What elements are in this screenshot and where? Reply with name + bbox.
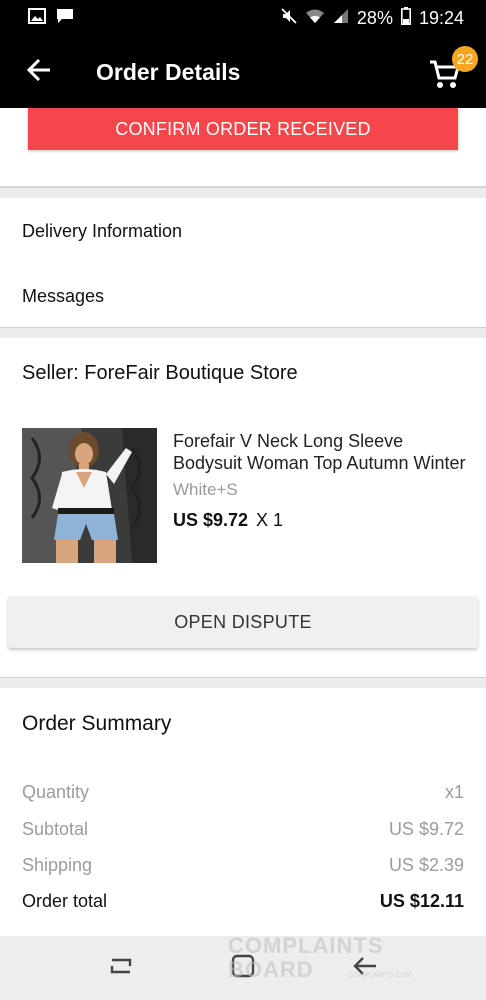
battery-icon [400,6,411,30]
summary-label: Subtotal [22,819,89,839]
order-summary-title: Order Summary [22,712,172,735]
summary-row-quantity: Quantity x1 [22,782,464,803]
info-card: Delivery Information Messages [0,198,486,328]
back-arrow-icon [26,57,52,88]
status-bar: 28% 19:24 [0,0,486,36]
product-title[interactable]: Forefair V Neck Long Sleeve Bodysuit Wom… [173,430,469,474]
summary-row-shipping: Shipping US $2.39 [22,855,464,876]
summary-value: x1 [444,782,464,802]
summary-label: Quantity [22,782,90,802]
product-price: US $9.72 [173,510,249,530]
signal-icon [333,8,349,29]
product-image[interactable] [22,428,157,563]
back-button[interactable] [20,53,58,91]
gallery-icon [28,7,46,29]
system-nav-bar [0,936,486,1000]
seller-card: Seller: ForeFair Boutique Store Forefair… [0,338,486,678]
system-back-button[interactable] [345,948,385,988]
product-title-line2: Bodysuit Woman Top Autumn Winter [173,453,466,473]
order-summary-card: Order Summary Quantity x1 Subtotal US $9… [0,688,486,936]
confirm-section: CONFIRM ORDER RECEIVED [0,108,486,188]
page-title: Order Details [96,58,241,85]
summary-row-order-total: Order total US $12.11 [22,891,464,912]
summary-row-subtotal: Subtotal US $9.72 [22,819,464,840]
clock: 19:24 [418,7,464,28]
seller-name[interactable]: Seller: ForeFair Boutique Store [22,362,298,385]
summary-label: Order total [22,891,108,911]
summary-value: US $12.11 [379,891,464,911]
summary-value: US $2.39 [388,855,464,875]
cart-count-badge: 22 [452,46,478,72]
summary-label: Shipping [22,855,93,875]
delivery-information-link[interactable]: Delivery Information [22,221,182,242]
system-back-icon [352,954,378,983]
product-quantity: X 1 [256,510,284,530]
recent-apps-icon [108,954,134,983]
cart-button[interactable]: 22 [428,46,478,90]
home-icon [230,953,256,984]
mute-icon [281,7,297,29]
battery-percent: 28% [356,7,393,28]
messages-link[interactable]: Messages [22,286,104,307]
confirm-order-received-button[interactable]: CONFIRM ORDER RECEIVED [28,108,458,150]
app-bar: Order Details 22 [0,36,486,108]
wifi-icon [305,8,325,29]
product-title-line1: Forefair V Neck Long Sleeve [173,431,404,451]
product-variant: White+S [173,480,238,499]
message-icon [56,8,74,29]
recent-apps-button[interactable] [101,948,141,988]
home-button[interactable] [223,948,263,988]
open-dispute-button[interactable]: OPEN DISPUTE [8,596,478,648]
summary-value: US $9.72 [388,819,464,839]
